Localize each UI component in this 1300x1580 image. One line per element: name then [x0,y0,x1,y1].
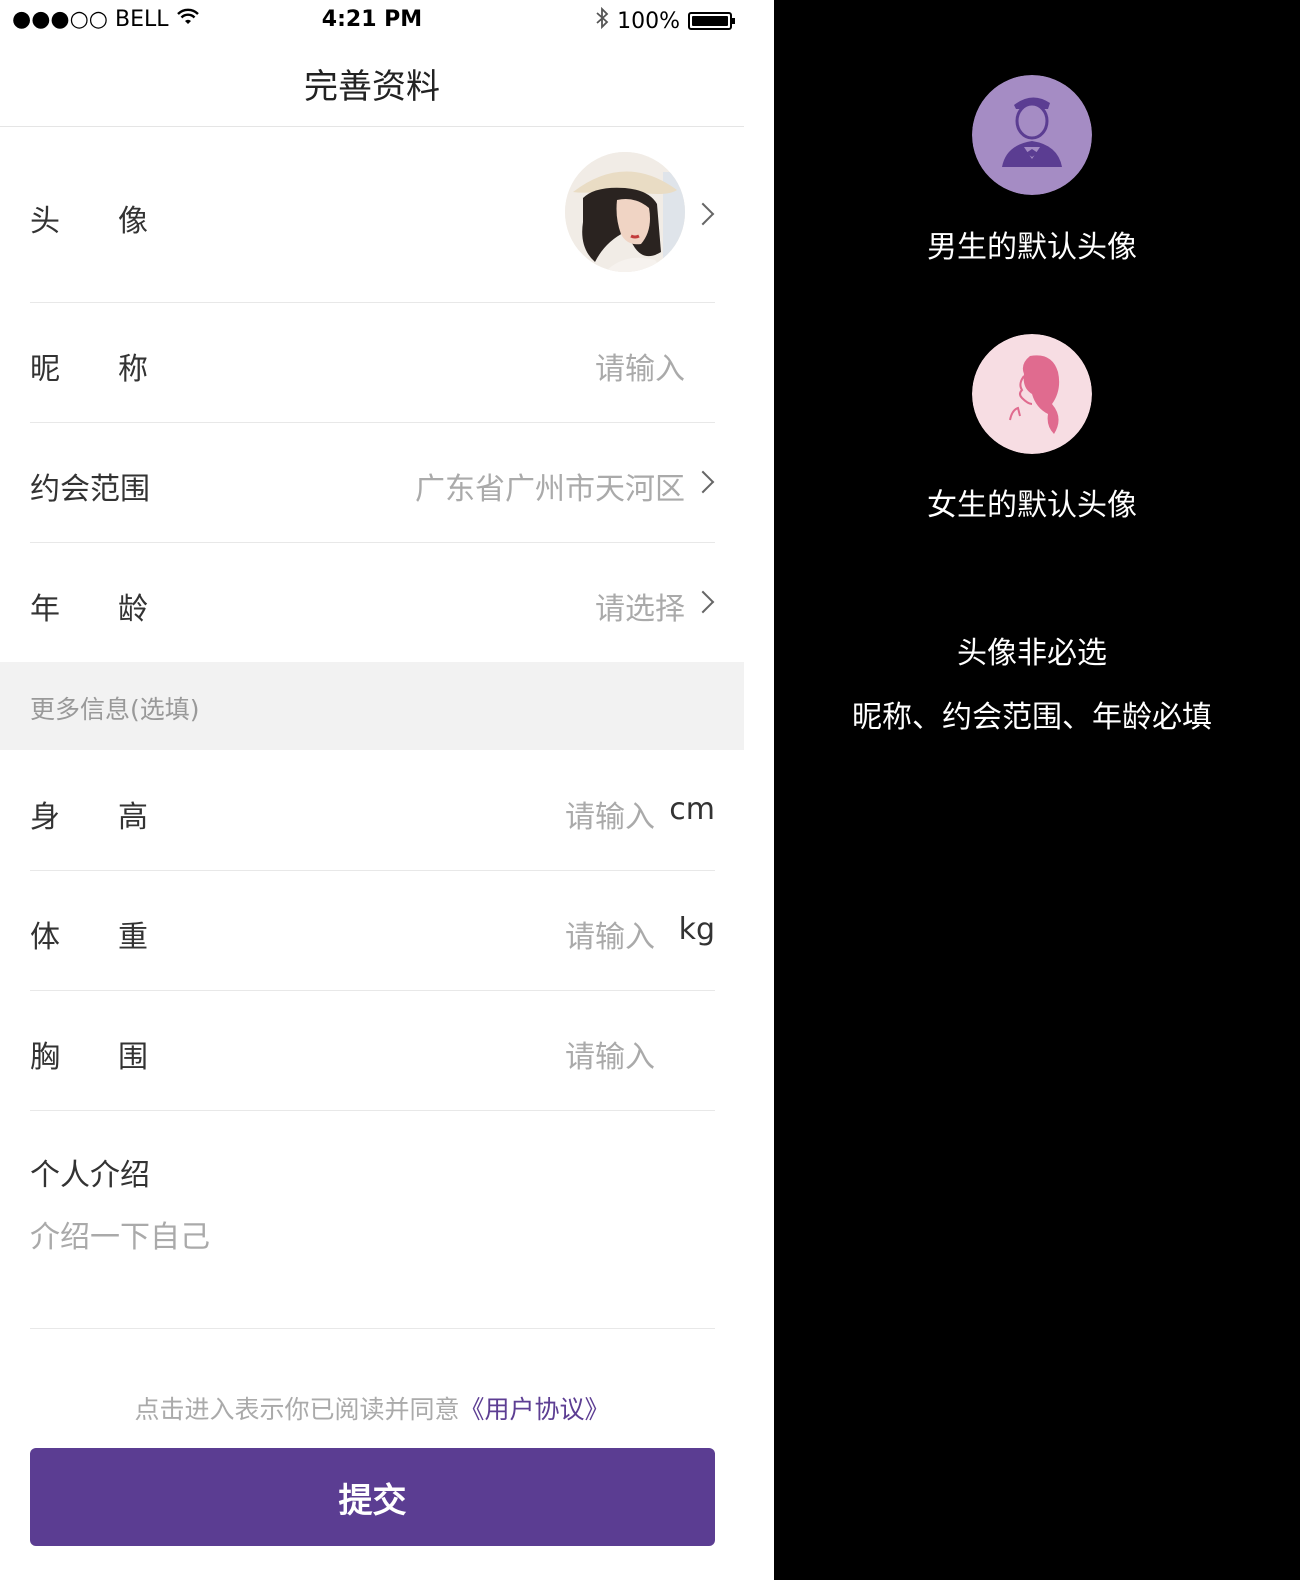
nickname-row[interactable]: 昵称 请输入 [30,302,715,423]
avatar[interactable] [565,152,685,272]
annotation-panel: 男生的默认头像 女生的默认头像 头像非必选 昵称、约会范围、年龄必填 [774,0,1300,1580]
date-range-row[interactable]: 约会范围 广东省广州市天河区 [30,422,715,543]
battery-icon [688,12,735,30]
female-avatar-caption: 女生的默认头像 [927,488,1137,523]
intro-textarea[interactable]: 介绍一下自己 [30,1212,210,1256]
avatar-chevron-icon [691,202,715,226]
panel-divider [744,0,774,1580]
submit-label: 提交 [338,1480,407,1521]
age-select[interactable]: 请选择 [595,584,685,628]
weight-unit: kg [678,912,715,947]
agreement-text: 点击进入表示你已阅读并同意《用户协议》 [0,1390,744,1426]
nickname-input[interactable]: 请输入 [595,344,685,388]
weight-label: 体重 [30,920,206,955]
female-default-avatar [972,334,1092,454]
age-chevron-icon [691,590,715,614]
age-label: 年龄 [30,592,206,627]
user-agreement-link[interactable]: 《用户协议》 [460,1395,610,1424]
height-row[interactable]: 身高 请输入 cm [30,750,715,871]
chest-row[interactable]: 胸围 请输入 [30,990,715,1111]
phone-screen: ●●●○○ BELL 4:21 PM 100% 完善资料 头像 昵称 请输入 约… [0,0,744,1580]
avatar-label: 头像 [30,204,206,239]
date-range-label: 约会范围 [30,472,150,507]
page-title: 完善资料 [304,66,440,107]
battery-percent: 100% [617,8,680,34]
agreement-prefix: 点击进入表示你已阅读并同意 [134,1395,460,1424]
height-input[interactable]: 请输入 [565,792,655,836]
male-avatar-caption: 男生的默认头像 [927,230,1137,265]
weight-row[interactable]: 体重 请输入 kg [30,870,715,991]
height-unit: cm [669,792,715,827]
submit-button[interactable]: 提交 [30,1448,715,1546]
chest-input[interactable]: 请输入 [565,1032,655,1076]
status-bar: ●●●○○ BELL 4:21 PM 100% [0,0,744,40]
battery-fill [692,16,728,26]
avatar-row[interactable]: 头像 [30,126,715,303]
more-info-header: 更多信息(选填) [0,662,744,750]
intro-label: 个人介绍 [30,1158,150,1193]
female-avatar-icon [972,334,1092,454]
note-optional: 头像非必选 [957,636,1107,671]
weight-input[interactable]: 请输入 [565,912,655,956]
intro-divider [30,1328,715,1329]
note-required: 昵称、约会范围、年龄必填 [852,700,1212,735]
height-label: 身高 [30,800,206,835]
date-range-chevron-icon [691,470,715,494]
nickname-label: 昵称 [30,352,206,387]
date-range-value[interactable]: 广东省广州市天河区 [415,464,685,508]
male-default-avatar [972,75,1092,195]
nav-bar: 完善资料 [0,40,744,127]
male-avatar-icon [972,75,1092,195]
more-info-text: 更多信息(选填) [30,695,200,724]
chest-label: 胸围 [30,1040,206,1075]
age-row[interactable]: 年龄 请选择 [30,542,715,662]
bluetooth-icon [595,6,609,35]
